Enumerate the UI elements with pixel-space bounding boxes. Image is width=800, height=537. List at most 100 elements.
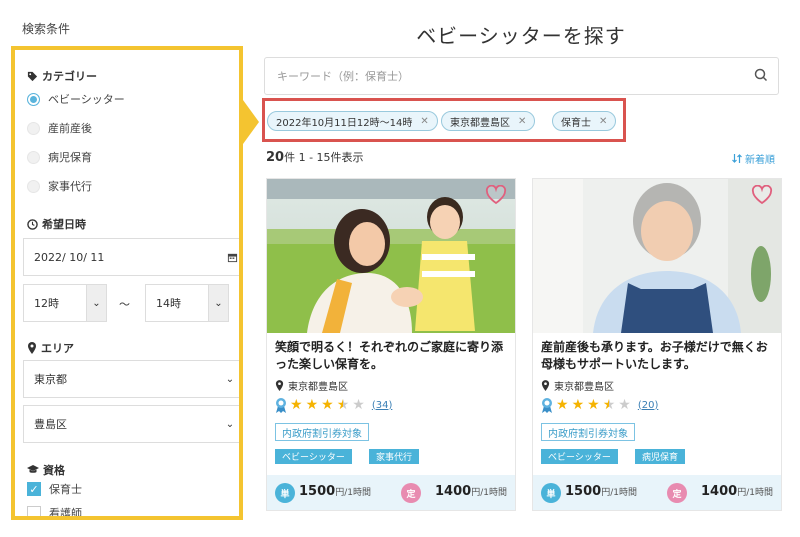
qualification-option-childcare[interactable]: ✓ 保育士 xyxy=(27,481,82,497)
sitter-location-label: 東京都豊島区 xyxy=(554,382,614,393)
category-option-label: 病児保育 xyxy=(48,151,92,164)
area-heading-label: エリア xyxy=(41,342,74,355)
regular-price-value: 1400 xyxy=(435,484,472,499)
checkbox-checked[interactable]: ✓ xyxy=(27,482,41,496)
filter-chip-label: 東京都豊島区 xyxy=(450,117,510,129)
category-option-housekeeping[interactable]: 家事代行 xyxy=(27,178,92,194)
price-unit: 円/1時間 xyxy=(335,488,371,498)
single-price: 1500円/1時間 xyxy=(299,484,371,499)
result-range: 1 - 15件表示 xyxy=(298,151,364,164)
regular-price: 1400円/1時間 xyxy=(701,484,773,499)
filter-chip-qualification[interactable]: 保育士 ✕ xyxy=(552,111,617,131)
review-count-link[interactable]: (34) xyxy=(372,400,393,411)
star-half-icon: ★ xyxy=(336,397,350,413)
close-icon[interactable]: ✕ xyxy=(518,116,526,127)
price-bar: 単 1500円/1時間 定 1400円/1時間 xyxy=(533,475,781,510)
sitter-photo xyxy=(267,179,515,333)
category-option-label: 産前産後 xyxy=(48,122,92,135)
star-empty-icon: ★ xyxy=(352,397,365,413)
qualification-heading-label: 資格 xyxy=(43,464,65,477)
sitter-photo xyxy=(533,179,781,333)
active-filters: 2022年10月11日12時〜14時 ✕ 東京都豊島区 ✕ 保育士 ✕ xyxy=(262,98,626,142)
category-option-prenatal[interactable]: 産前産後 xyxy=(27,120,92,136)
filter-chip-area[interactable]: 東京都豊島区 ✕ xyxy=(441,111,536,131)
award-ribbon-icon xyxy=(276,398,286,413)
category-option-babysitter[interactable]: ベビーシッター xyxy=(27,91,125,107)
area-heading: エリア xyxy=(27,340,74,356)
start-time-select[interactable]: 12時 ⌄ xyxy=(23,284,107,322)
radio-selected[interactable] xyxy=(27,92,40,106)
radio[interactable] xyxy=(27,150,40,164)
tag-icon xyxy=(27,71,38,81)
end-time-value: 14時 xyxy=(156,297,181,310)
search-input[interactable]: キーワード（例：保育士） xyxy=(264,57,779,95)
single-price: 1500円/1時間 xyxy=(565,484,637,499)
star-full-icon: ★ xyxy=(587,397,600,413)
sitter-card[interactable]: 産前産後も承ります。お子様だけで無くお母様もサポートいたします。 東京都豊島区 … xyxy=(532,178,782,511)
single-price-icon: 単 xyxy=(275,483,295,503)
sitter-card[interactable]: 笑顔で明るく！それぞれのご家庭に寄り添った楽しい保育を。 東京都豊島区 ★ ★ … xyxy=(266,178,516,511)
chevron-down-icon[interactable]: ⌄ xyxy=(220,406,239,442)
qualification-heading: 資格 xyxy=(27,462,65,478)
service-tag: 家事代行 xyxy=(369,449,420,464)
single-price-icon: 単 xyxy=(541,483,561,503)
date-input[interactable]: 2022/ 10/ 11 xyxy=(23,238,239,276)
end-time-select[interactable]: 14時 ⌄ xyxy=(145,284,229,322)
clock-icon xyxy=(27,218,38,230)
price-bar: 単 1500円/1時間 定 1400円/1時間 xyxy=(267,475,515,510)
filter-chip-label: 2022年10月11日12時〜14時 xyxy=(276,117,413,129)
prefecture-value: 東京都 xyxy=(34,373,67,386)
favorite-heart-icon[interactable] xyxy=(751,185,773,205)
map-pin-icon xyxy=(28,342,36,354)
favorite-heart-icon[interactable] xyxy=(485,185,507,205)
regular-price: 1400円/1時間 xyxy=(435,484,507,499)
page-title: ベビーシッターを探す xyxy=(416,24,626,48)
sitter-location: 東京都豊島区 xyxy=(541,378,614,393)
search-conditions-sidebar: カテゴリー ベビーシッター 産前産後 病児保育 家事代行 希望日時 2022/ … xyxy=(11,46,243,520)
chevron-down-icon[interactable]: ⌄ xyxy=(86,285,106,321)
chevron-down-icon[interactable]: ⌄ xyxy=(208,285,228,321)
category-option-sick-child[interactable]: 病児保育 xyxy=(27,149,92,165)
review-count-link[interactable]: (20) xyxy=(638,400,659,411)
price-unit: 円/1時間 xyxy=(471,488,507,498)
result-count-number: 20 xyxy=(266,150,285,165)
city-select[interactable]: 豊島区 ⌄ xyxy=(23,405,239,443)
qualification-option-nurse[interactable]: 看護師 xyxy=(27,505,82,516)
price-unit: 円/1時間 xyxy=(737,488,773,498)
sidebar-title: 検索条件 xyxy=(22,22,71,36)
regular-price-icon: 定 xyxy=(667,483,687,503)
map-pin-icon xyxy=(541,380,550,391)
close-icon[interactable]: ✕ xyxy=(420,116,428,127)
regular-price-icon: 定 xyxy=(401,483,421,503)
price-unit: 円/1時間 xyxy=(601,488,637,498)
subsidy-badge: 内政府割引券対象 xyxy=(275,423,369,441)
sitter-card-title[interactable]: 笑顔で明るく！それぞれのご家庭に寄り添った楽しい保育を。 xyxy=(275,339,511,373)
radio[interactable] xyxy=(27,179,40,193)
sitter-card-title[interactable]: 産前産後も承ります。お子様だけで無くお母様もサポートいたします。 xyxy=(541,339,777,373)
category-heading-label: カテゴリー xyxy=(42,70,97,83)
close-icon[interactable]: ✕ xyxy=(599,116,607,127)
sort-button[interactable]: 新着順 xyxy=(732,151,775,166)
regular-price-value: 1400 xyxy=(701,484,738,499)
service-tag: 病児保育 xyxy=(635,449,686,464)
sitter-rating: ★ ★ ★ ★ ★ (20) xyxy=(541,397,658,413)
time-separator: 〜 xyxy=(119,298,130,311)
chevron-down-icon[interactable]: ⌄ xyxy=(220,361,239,397)
search-icon[interactable] xyxy=(754,68,768,82)
city-value: 豊島区 xyxy=(34,418,67,431)
subsidy-badge: 内政府割引券対象 xyxy=(541,423,635,441)
checkbox[interactable] xyxy=(27,506,41,516)
star-full-icon: ★ xyxy=(321,397,334,413)
search-placeholder: キーワード（例：保育士） xyxy=(277,70,409,83)
filter-chip-label: 保育士 xyxy=(561,117,591,129)
star-full-icon: ★ xyxy=(571,397,585,413)
map-pin-icon xyxy=(275,380,284,391)
award-ribbon-icon xyxy=(542,398,552,413)
start-time-value: 12時 xyxy=(34,297,59,310)
sitter-location: 東京都豊島区 xyxy=(275,378,348,393)
radio[interactable] xyxy=(27,121,40,135)
filter-chip-datetime[interactable]: 2022年10月11日12時〜14時 ✕ xyxy=(267,111,438,131)
prefecture-select[interactable]: 東京都 ⌄ xyxy=(23,360,239,398)
datetime-heading: 希望日時 xyxy=(27,216,86,232)
calendar-icon[interactable] xyxy=(227,252,238,263)
